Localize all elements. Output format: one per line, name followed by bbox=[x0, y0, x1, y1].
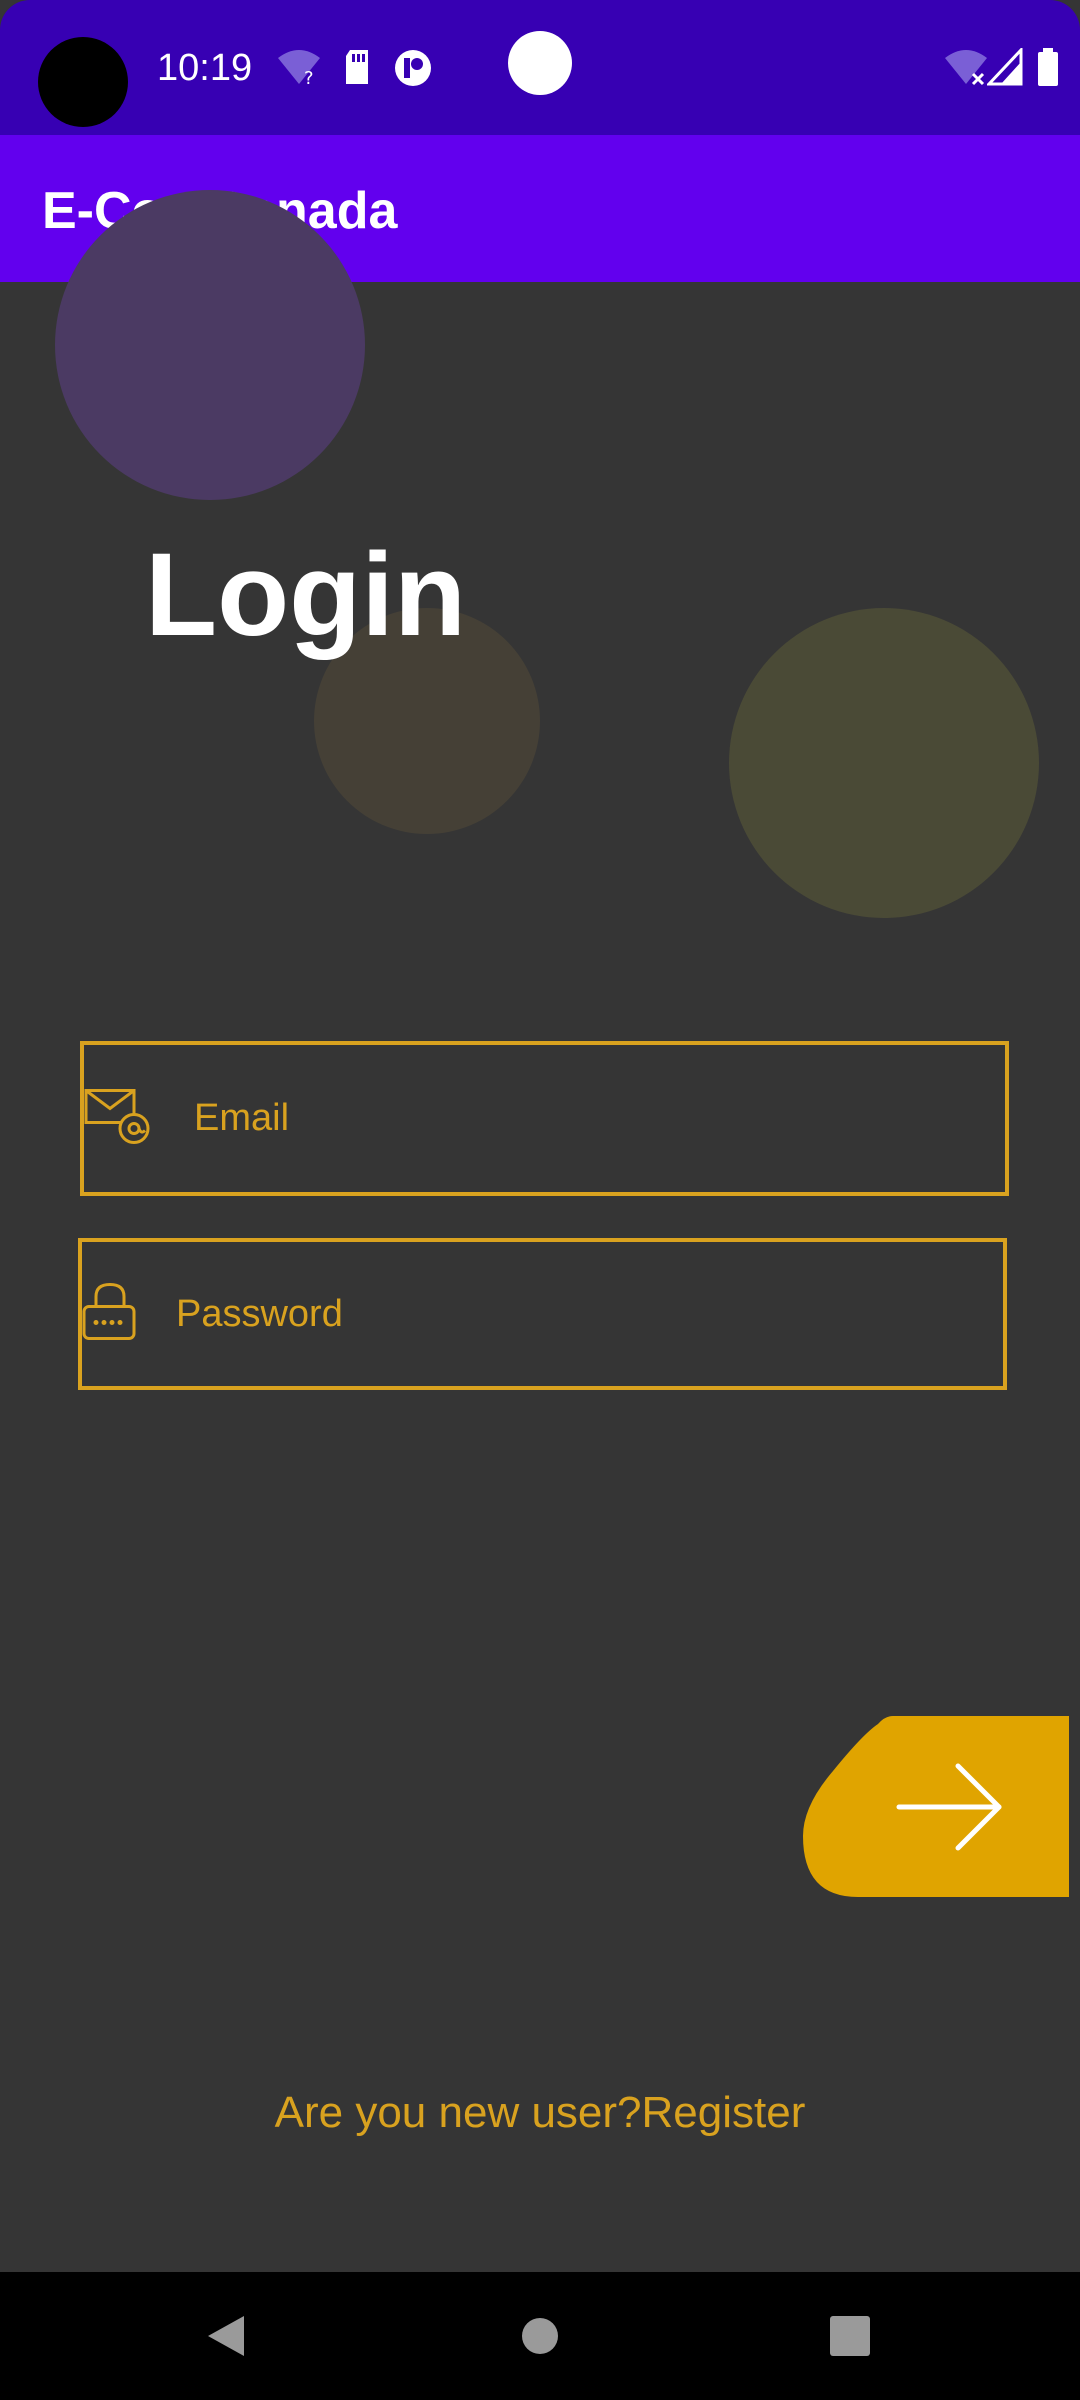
login-screen: 10:19 ? Login Email Are you new user?Reg… bbox=[0, 0, 1080, 2400]
recents-icon bbox=[830, 2316, 870, 2356]
register-link[interactable]: Are you new user?Register bbox=[0, 2085, 1080, 2141]
login-submit-button[interactable] bbox=[803, 1716, 1069, 1897]
back-button[interactable] bbox=[166, 2272, 286, 2400]
status-bar: 10:19 ? bbox=[0, 0, 1080, 135]
email-input[interactable] bbox=[192, 1045, 995, 1192]
page-title: Login bbox=[145, 529, 467, 661]
home-button[interactable] bbox=[480, 2272, 600, 2400]
email-field[interactable] bbox=[80, 1041, 1009, 1196]
email-at-icon bbox=[84, 1086, 152, 1151]
password-field[interactable] bbox=[78, 1238, 1007, 1390]
back-icon bbox=[208, 2316, 244, 2356]
notification-dot bbox=[508, 31, 572, 95]
camera-cutout bbox=[38, 37, 128, 127]
sd-card-icon bbox=[342, 48, 372, 91]
status-time: 10:19 bbox=[157, 47, 253, 89]
svg-text:?: ? bbox=[304, 68, 314, 88]
lock-icon bbox=[82, 1281, 138, 1348]
app-notification-icon bbox=[393, 48, 433, 93]
recents-button[interactable] bbox=[790, 2272, 910, 2400]
battery-icon bbox=[1037, 48, 1059, 93]
decorative-circle-olive bbox=[729, 608, 1039, 918]
home-icon bbox=[522, 2318, 558, 2354]
signal-icon bbox=[985, 46, 1023, 91]
wifi-off-icon bbox=[943, 48, 989, 93]
navigation-bar bbox=[0, 2272, 1080, 2400]
decorative-circle-purple bbox=[55, 190, 365, 500]
wifi-unknown-icon: ? bbox=[276, 48, 322, 93]
password-input[interactable] bbox=[174, 1242, 993, 1386]
